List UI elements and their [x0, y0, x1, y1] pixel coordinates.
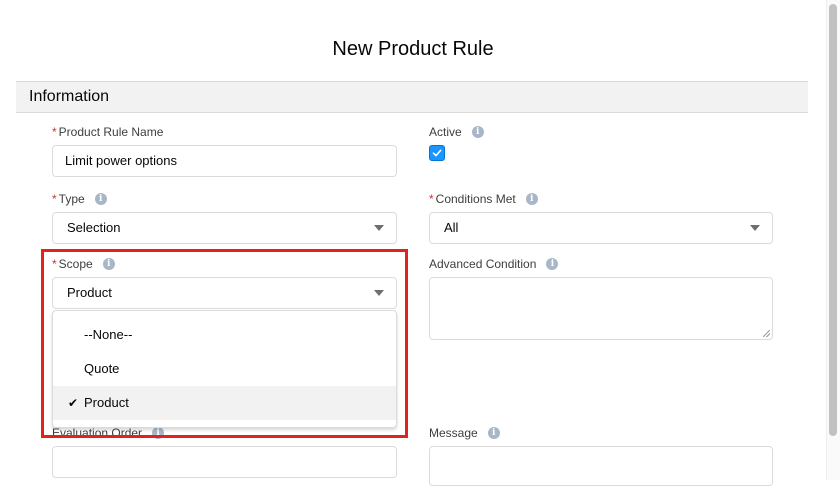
evaluation-order-label: Evaluation Order i — [52, 426, 165, 440]
scope-select[interactable]: Product — [52, 277, 397, 309]
scrollbar-thumb[interactable] — [829, 4, 837, 436]
type-label: * Type i — [52, 192, 107, 206]
scope-option-quote[interactable]: Quote — [53, 352, 396, 386]
resize-handle-icon[interactable] — [763, 330, 770, 337]
option-label: --None-- — [84, 327, 133, 342]
checkmark-icon — [432, 149, 442, 157]
scope-label: * Scope i — [52, 257, 115, 271]
conditions-met-label: * Conditions Met i — [429, 192, 538, 206]
active-checkbox[interactable] — [429, 145, 445, 161]
scope-option-none[interactable]: --None-- — [53, 318, 396, 352]
chevron-down-icon — [750, 225, 760, 231]
message-label: Message i — [429, 426, 500, 440]
info-icon[interactable]: i — [487, 427, 500, 439]
type-select[interactable]: Selection — [52, 212, 397, 244]
scope-dropdown-listbox: --None-- Quote ✔ Product — [52, 310, 397, 428]
required-marker: * — [52, 192, 57, 206]
required-marker: * — [429, 192, 434, 206]
type-label-text: Type — [58, 192, 85, 206]
product-rule-name-label: * Product Rule Name — [52, 125, 163, 139]
info-icon[interactable]: i — [94, 193, 107, 205]
active-label: Active i — [429, 125, 484, 139]
advanced-condition-label: Advanced Condition i — [429, 257, 559, 271]
required-marker: * — [52, 257, 57, 271]
evaluation-order-input[interactable] — [52, 446, 397, 478]
advanced-condition-label-text: Advanced Condition — [429, 257, 537, 271]
information-section-header[interactable]: Information — [16, 81, 808, 113]
chevron-down-icon — [374, 290, 384, 296]
message-label-text: Message — [429, 426, 478, 440]
scope-label-text: Scope — [58, 257, 93, 271]
option-label: Quote — [84, 361, 120, 376]
conditions-met-label-text: Conditions Met — [435, 192, 516, 206]
modal-title: New Product Rule — [332, 38, 494, 60]
info-icon[interactable]: i — [525, 193, 538, 205]
scope-option-product[interactable]: ✔ Product — [53, 386, 396, 420]
section-title: Information — [29, 88, 110, 105]
conditions-met-select-value: All — [444, 220, 459, 235]
active-label-text: Active — [429, 125, 462, 139]
info-icon[interactable]: i — [102, 258, 115, 270]
scope-select-value: Product — [67, 285, 112, 300]
info-icon[interactable]: i — [152, 427, 165, 439]
info-icon[interactable]: i — [546, 258, 559, 270]
required-marker: * — [52, 125, 57, 139]
message-textarea[interactable] — [429, 446, 773, 486]
check-icon: ✔ — [68, 396, 79, 410]
advanced-condition-textarea[interactable] — [429, 277, 773, 340]
conditions-met-select[interactable]: All — [429, 212, 773, 244]
chevron-down-icon — [374, 225, 384, 231]
product-rule-name-input[interactable]: Limit power options — [52, 145, 397, 177]
option-label: Product — [84, 395, 129, 410]
type-select-value: Selection — [67, 220, 121, 235]
evaluation-order-label-text: Evaluation Order — [52, 426, 143, 440]
product-rule-name-label-text: Product Rule Name — [58, 125, 164, 139]
info-icon[interactable]: i — [471, 126, 484, 138]
